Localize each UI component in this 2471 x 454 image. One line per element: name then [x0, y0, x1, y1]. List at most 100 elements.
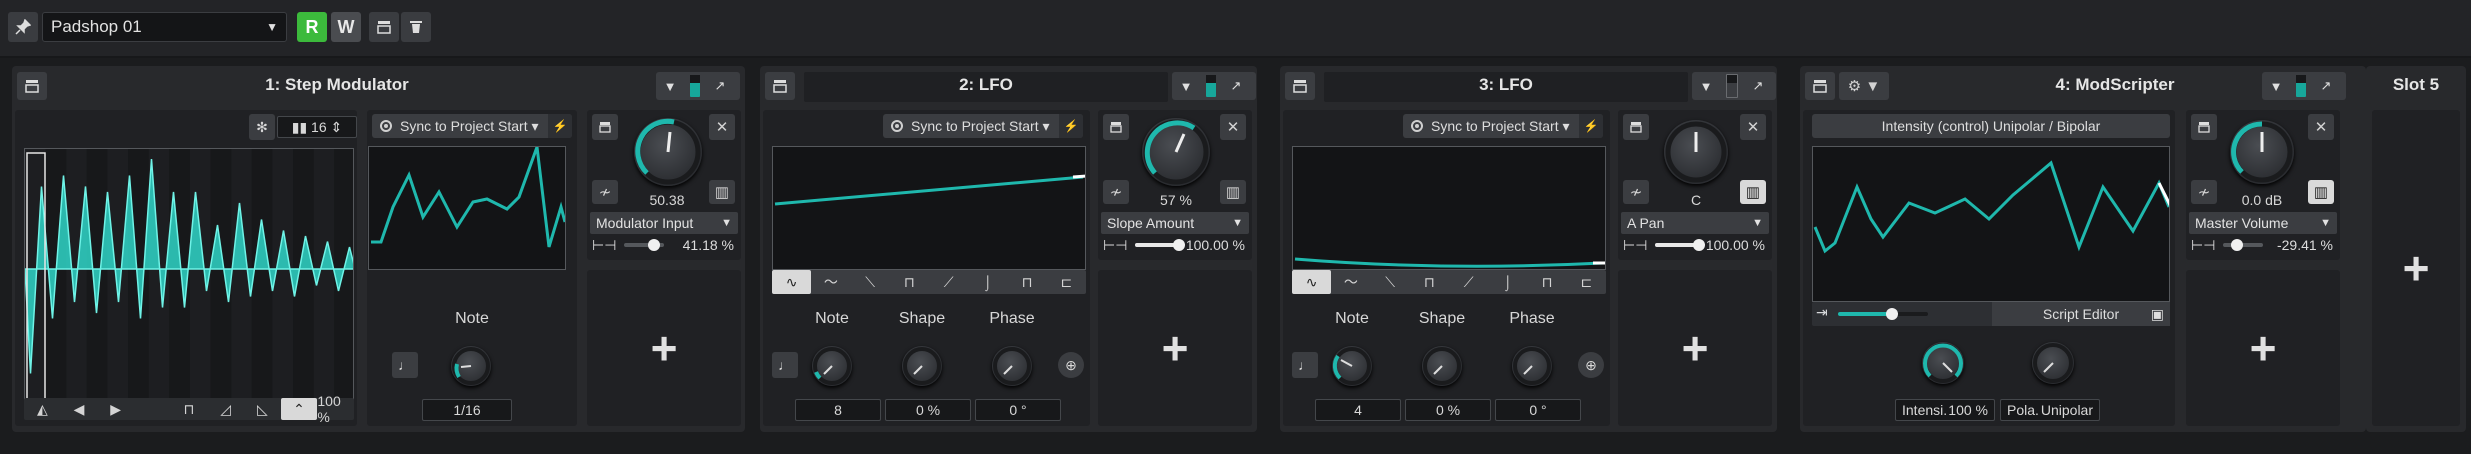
- bypass-icon[interactable]: [1103, 114, 1129, 140]
- lightning-icon[interactable]: ⚡: [1059, 114, 1083, 138]
- intensity-knob[interactable]: [1922, 342, 1964, 384]
- steps-field[interactable]: ▮▮ 16 ⇕: [277, 116, 357, 138]
- expand-icon[interactable]: ↗: [1222, 72, 1250, 100]
- depth-knob[interactable]: [634, 118, 702, 186]
- add-destination-button[interactable]: +: [1098, 270, 1252, 426]
- amount-thumb[interactable]: [2231, 239, 2243, 251]
- volume-knob[interactable]: [2230, 120, 2294, 184]
- note-value[interactable]: 4: [1315, 399, 1401, 421]
- polarity-field[interactable]: Pola. Unipolar: [2000, 399, 2100, 421]
- shape-knob[interactable]: [902, 346, 942, 386]
- sync-dropdown[interactable]: Sync to Project Start ▾ ⚡: [883, 114, 1083, 138]
- intensity-thumb[interactable]: [1886, 308, 1898, 320]
- polarity-knob[interactable]: [2032, 342, 2074, 384]
- ramp-wave-icon[interactable]: ⟋: [929, 270, 968, 294]
- chevron-down-icon[interactable]: ▼: [1172, 72, 1200, 100]
- saw-wave-icon[interactable]: ⟍: [851, 270, 890, 294]
- module-bypass-icon[interactable]: [17, 72, 47, 100]
- bypass-icon[interactable]: [592, 114, 618, 140]
- triangle-wave-icon[interactable]: 〜: [1331, 270, 1370, 294]
- expand-icon[interactable]: ↗: [1744, 72, 1772, 100]
- sync-dropdown[interactable]: Sync to Project Start ▾ ⚡: [372, 114, 572, 138]
- script-preset-icon[interactable]: ⚙ ▼: [1839, 72, 1889, 100]
- add-destination-button[interactable]: +: [587, 270, 741, 426]
- phase-value[interactable]: 0 °: [975, 399, 1061, 421]
- lightning-icon[interactable]: ⚡: [1579, 114, 1603, 138]
- note-knob[interactable]: [812, 346, 852, 386]
- sine-wave-icon[interactable]: ∿: [772, 270, 812, 294]
- module-bypass-icon[interactable]: [765, 72, 795, 100]
- import-icon[interactable]: ⇥: [1816, 304, 1828, 321]
- pan-knob[interactable]: [1664, 120, 1728, 184]
- pulse-wave-icon[interactable]: ⊓: [1008, 270, 1047, 294]
- phase-knob[interactable]: [992, 346, 1032, 386]
- polarity-icon[interactable]: ≁: [1103, 180, 1129, 204]
- amount-row[interactable]: ⊢⊣ 100.00 %: [1623, 235, 1769, 255]
- amount-thumb[interactable]: [648, 239, 660, 251]
- module-bypass-icon[interactable]: [1285, 72, 1315, 100]
- pulse-wave-icon[interactable]: ⊓: [1528, 270, 1567, 294]
- polarity-icon[interactable]: ≁: [2191, 180, 2217, 204]
- preset-selector[interactable]: Padshop 01 ▼: [42, 12, 287, 42]
- add-destination-button[interactable]: +: [2186, 270, 2340, 426]
- square-wave-icon[interactable]: ⊓: [1410, 270, 1449, 294]
- shift-left-icon[interactable]: ◀: [61, 398, 98, 420]
- phase-knob[interactable]: [1512, 346, 1552, 386]
- keyboard-icon[interactable]: ▥: [709, 180, 735, 204]
- note-knob[interactable]: [451, 346, 491, 386]
- add-modulator-button[interactable]: +: [2372, 110, 2460, 426]
- add-destination-button[interactable]: +: [1618, 270, 1772, 426]
- shape-value[interactable]: 0 %: [1405, 399, 1491, 421]
- amount-row[interactable]: ⊢⊣ 41.18 %: [592, 235, 738, 255]
- module-bypass-icon[interactable]: [1805, 72, 1835, 100]
- swing-value[interactable]: 100 %: [317, 393, 354, 425]
- write-automation-button[interactable]: W: [331, 12, 361, 42]
- triangle-wave-icon[interactable]: 〜: [811, 270, 850, 294]
- close-icon[interactable]: ✕: [1740, 114, 1766, 140]
- shape-value[interactable]: 0 %: [885, 399, 971, 421]
- amount-row[interactable]: ⊢⊣ -29.41 %: [2191, 235, 2337, 255]
- globe-icon[interactable]: ⊕: [1058, 352, 1084, 378]
- bypass-icon[interactable]: [369, 12, 399, 42]
- intensity-field[interactable]: Intensi. 100 %: [1895, 399, 1995, 421]
- chevron-down-icon[interactable]: ▼: [1692, 72, 1720, 100]
- keyboard-icon[interactable]: ▥: [1740, 180, 1766, 204]
- saw-wave-icon[interactable]: ⟍: [1371, 270, 1410, 294]
- globe-icon[interactable]: ⊕: [1578, 352, 1604, 378]
- ramp-icon[interactable]: ◿: [207, 398, 244, 420]
- destination-dropdown[interactable]: Master Volume ▼: [2189, 212, 2337, 234]
- square-wave-icon[interactable]: ⊓: [890, 270, 929, 294]
- bypass-icon[interactable]: [2191, 114, 2217, 140]
- depth-knob[interactable]: [1142, 118, 1210, 186]
- log-wave-icon[interactable]: ⌡: [1488, 270, 1527, 294]
- close-icon[interactable]: ✕: [709, 114, 735, 140]
- curve-icon[interactable]: ⌃: [280, 398, 318, 420]
- step-shape-icon[interactable]: ⊓: [171, 398, 208, 420]
- ramp-wave-icon[interactable]: ⟋: [1449, 270, 1488, 294]
- step-display[interactable]: [24, 148, 354, 402]
- destination-dropdown[interactable]: Modulator Input ▼: [590, 212, 738, 234]
- close-icon[interactable]: ✕: [1220, 114, 1246, 140]
- random-wave-icon[interactable]: ⊏: [1567, 270, 1606, 294]
- randomize-icon[interactable]: ✻: [249, 114, 275, 140]
- sync-dropdown[interactable]: Sync to Project Start ▾ ⚡: [1403, 114, 1603, 138]
- destination-dropdown[interactable]: Slope Amount ▼: [1101, 212, 1249, 234]
- shift-right-icon[interactable]: ▶: [97, 398, 134, 420]
- note-value[interactable]: 8: [795, 399, 881, 421]
- script-editor-button[interactable]: Script Editor ▣: [1992, 302, 2170, 326]
- trash-icon[interactable]: [401, 12, 431, 42]
- mirror-icon[interactable]: ◭: [24, 398, 61, 420]
- shape-knob[interactable]: [1422, 346, 1462, 386]
- phase-value[interactable]: 0 °: [1495, 399, 1581, 421]
- lightning-icon[interactable]: ⚡: [548, 114, 572, 138]
- note-icon[interactable]: ♩: [772, 352, 798, 378]
- keyboard-icon[interactable]: ▥: [1220, 180, 1246, 204]
- amount-row[interactable]: ⊢⊣ 100.00 %: [1103, 235, 1249, 255]
- destination-dropdown[interactable]: A Pan ▼: [1621, 212, 1769, 234]
- random-wave-icon[interactable]: ⊏: [1047, 270, 1086, 294]
- expand-icon[interactable]: ↗: [706, 72, 734, 100]
- close-icon[interactable]: ✕: [2308, 114, 2334, 140]
- amount-thumb[interactable]: [1173, 239, 1185, 251]
- keyboard-icon[interactable]: ▥: [2308, 180, 2334, 204]
- sine-wave-icon[interactable]: ∿: [1292, 270, 1332, 294]
